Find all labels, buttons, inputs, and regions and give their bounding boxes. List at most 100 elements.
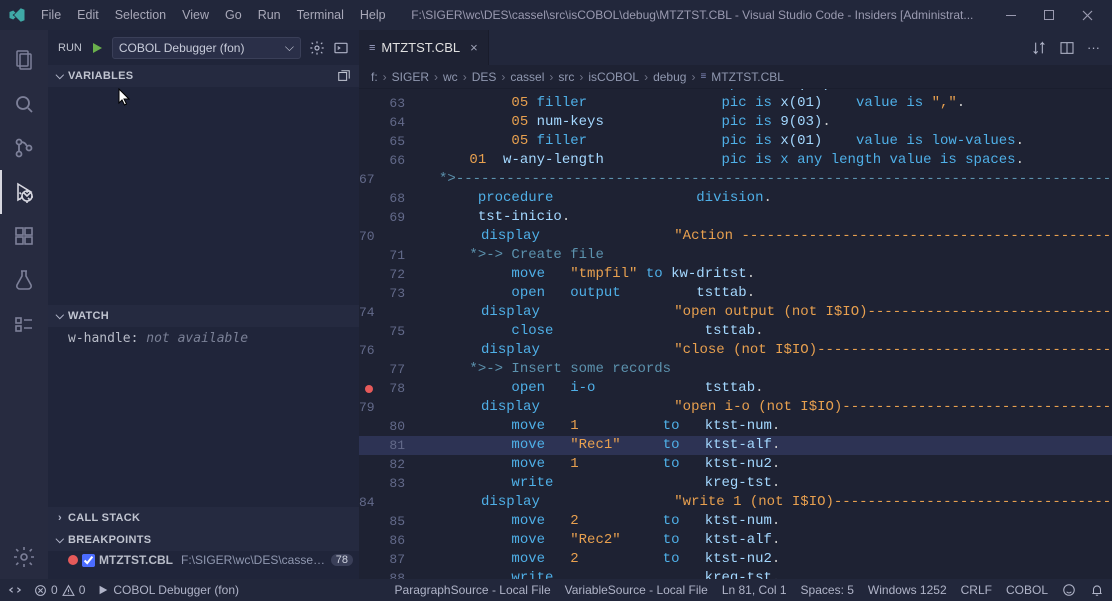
start-debug-button[interactable] <box>90 41 104 55</box>
code-line[interactable]: 63 05 filler pic is x(01) value is ",". <box>359 94 1112 113</box>
glyph-margin[interactable] <box>359 113 379 132</box>
glyph-margin[interactable] <box>359 360 379 379</box>
glyph-margin[interactable] <box>359 474 379 493</box>
menu-selection[interactable]: Selection <box>108 4 173 26</box>
line-content[interactable]: move "tmpfil" to kw-dritst. <box>419 265 1112 284</box>
breakpoints-header[interactable]: ⌵ BREAKPOINTS <box>48 529 359 551</box>
minimize-button[interactable] <box>992 0 1030 30</box>
code-line[interactable]: 85 move 2 to ktst-num. <box>359 512 1112 531</box>
code-line[interactable]: 82 move 1 to ktst-nu2. <box>359 455 1112 474</box>
line-content[interactable]: display "open i-o (not I$IO)------------… <box>389 398 1112 417</box>
breadcrumb-segment[interactable]: isCOBOL <box>588 70 639 84</box>
glyph-margin[interactable] <box>359 132 379 151</box>
glyph-margin[interactable] <box>359 94 379 113</box>
line-content[interactable]: *>-> Insert some records <box>419 360 1112 379</box>
glyph-margin[interactable] <box>359 189 379 208</box>
line-content[interactable]: 05 filler pic is x(01) value is ",". <box>419 94 1112 113</box>
code-line[interactable]: 76 display "close (not I$IO)------------… <box>359 341 1112 360</box>
variables-header[interactable]: ⌵ VARIABLES <box>48 65 359 87</box>
glyph-margin[interactable] <box>359 284 379 303</box>
line-content[interactable]: *>--------------------------------------… <box>389 170 1112 189</box>
breadcrumb-segment[interactable]: wc <box>443 70 458 84</box>
references-icon[interactable] <box>0 302 48 346</box>
code-line[interactable]: 67 *>-----------------------------------… <box>359 170 1112 189</box>
feedback-icon[interactable] <box>1062 583 1076 597</box>
remote-indicator[interactable] <box>8 583 22 597</box>
glyph-margin[interactable] <box>359 569 379 579</box>
code-line[interactable]: 66 01 w-any-length pic is x any length v… <box>359 151 1112 170</box>
glyph-margin[interactable] <box>359 455 379 474</box>
line-content[interactable]: procedure division. <box>419 189 1112 208</box>
eol[interactable]: CRLF <box>961 583 992 597</box>
glyph-margin[interactable] <box>359 512 379 531</box>
maximize-button[interactable] <box>1030 0 1068 30</box>
breadcrumb-segment[interactable]: MTZTST.CBL <box>711 70 784 84</box>
code-line[interactable]: 77 *>-> Insert some records <box>359 360 1112 379</box>
line-content[interactable]: display "Action ------------------------… <box>389 227 1112 246</box>
code-editor[interactable]: 62 05 min-rec-size pic is 9(10).63 05 fi… <box>359 89 1112 579</box>
settings-icon[interactable] <box>0 535 48 579</box>
tab-mtztst[interactable]: ≡ MTZTST.CBL × <box>359 30 489 65</box>
glyph-margin[interactable] <box>359 417 379 436</box>
breakpoint-icon[interactable] <box>365 385 373 393</box>
variable-source[interactable]: VariableSource - Local File <box>565 583 708 597</box>
menu-help[interactable]: Help <box>353 4 393 26</box>
indentation[interactable]: Spaces: 5 <box>801 583 854 597</box>
debug-config-select[interactable]: COBOL Debugger (fon) ⌵ <box>112 37 301 59</box>
code-line[interactable]: 72 move "tmpfil" to kw-dritst. <box>359 265 1112 284</box>
glyph-margin[interactable] <box>359 436 379 455</box>
code-line[interactable]: 73 open output tsttab. <box>359 284 1112 303</box>
code-line[interactable]: 86 move "Rec2" to ktst-alf. <box>359 531 1112 550</box>
line-content[interactable]: tst-inicio. <box>419 208 1112 227</box>
line-content[interactable]: move 1 to ktst-nu2. <box>419 455 1112 474</box>
notifications-icon[interactable] <box>1090 583 1104 597</box>
code-line[interactable]: 70 display "Action ---------------------… <box>359 227 1112 246</box>
glyph-margin[interactable] <box>359 208 379 227</box>
extensions-icon[interactable] <box>0 214 48 258</box>
problems-indicator[interactable]: 0 0 <box>34 583 85 597</box>
line-content[interactable]: move 2 to ktst-nu2. <box>419 550 1112 569</box>
close-tab-icon[interactable]: × <box>470 40 478 55</box>
collapse-all-icon[interactable] <box>337 69 351 83</box>
breadcrumb-segment[interactable]: SIGER <box>392 70 429 84</box>
line-content[interactable]: move "Rec2" to ktst-alf. <box>419 531 1112 550</box>
line-content[interactable]: write kreg-tst. <box>419 474 1112 493</box>
line-content[interactable]: move 2 to ktst-num. <box>419 512 1112 531</box>
glyph-margin[interactable] <box>359 151 379 170</box>
testing-icon[interactable] <box>0 258 48 302</box>
code-line[interactable]: 69 tst-inicio. <box>359 208 1112 227</box>
code-line[interactable]: 68 procedure division. <box>359 189 1112 208</box>
debugger-status[interactable]: COBOL Debugger (fon) <box>97 583 239 597</box>
line-content[interactable]: 05 num-keys pic is 9(03). <box>419 113 1112 132</box>
glyph-margin[interactable] <box>359 531 379 550</box>
line-content[interactable]: display "write 1 (not I$IO)-------------… <box>389 493 1112 512</box>
code-line[interactable]: 83 write kreg-tst. <box>359 474 1112 493</box>
menu-terminal[interactable]: Terminal <box>290 4 351 26</box>
line-content[interactable]: close tsttab. <box>419 322 1112 341</box>
breadcrumb-segment[interactable]: f: <box>371 70 378 84</box>
line-content[interactable]: display "open output (not I$IO)---------… <box>389 303 1112 322</box>
line-content[interactable]: display "close (not I$IO)---------------… <box>389 341 1112 360</box>
breakpoint-item[interactable]: MTZTST.CBLF:\SIGER\wc\DES\cassel\src\is.… <box>48 551 359 569</box>
code-line[interactable]: 78 open i-o tsttab. <box>359 379 1112 398</box>
code-line[interactable]: 87 move 2 to ktst-nu2. <box>359 550 1112 569</box>
breadcrumb-segment[interactable]: cassel <box>510 70 544 84</box>
source-control-icon[interactable] <box>0 126 48 170</box>
line-content[interactable]: move "Rec1" to ktst-alf. <box>419 436 1112 455</box>
breadcrumbs[interactable]: f:›SIGER›wc›DES›cassel›src›isCOBOL›debug… <box>359 65 1112 89</box>
callstack-header[interactable]: › CALL STACK <box>48 507 359 529</box>
split-editor-icon[interactable] <box>1059 40 1075 56</box>
code-line[interactable]: 65 05 filler pic is x(01) value is low-v… <box>359 132 1112 151</box>
debug-console-icon[interactable] <box>333 40 349 56</box>
menu-view[interactable]: View <box>175 4 216 26</box>
line-content[interactable]: 05 filler pic is x(01) value is low-valu… <box>419 132 1112 151</box>
code-line[interactable]: 64 05 num-keys pic is 9(03). <box>359 113 1112 132</box>
line-content[interactable]: open output tsttab. <box>419 284 1112 303</box>
line-content[interactable]: *>-> Create file <box>419 246 1112 265</box>
compare-changes-icon[interactable] <box>1031 40 1047 56</box>
explorer-icon[interactable] <box>0 38 48 82</box>
watch-header[interactable]: ⌵ WATCH <box>48 305 359 327</box>
paragraph-source[interactable]: ParagraphSource - Local File <box>395 583 551 597</box>
breakpoint-checkbox[interactable] <box>82 554 95 567</box>
glyph-margin[interactable] <box>359 246 379 265</box>
